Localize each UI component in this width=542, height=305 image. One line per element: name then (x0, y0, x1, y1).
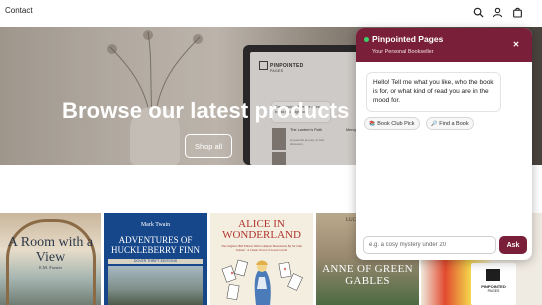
book-subtitle: The Original 1865 Edition With Complete … (221, 244, 302, 252)
product-card-huckleberry-finn[interactable]: Mark Twain ADVENTURES OF HUCKLEBERRY FIN… (104, 213, 207, 305)
search-icon[interactable] (472, 6, 484, 18)
playing-cards-illustration (221, 259, 303, 305)
book-title: A Room with a View (7, 235, 94, 265)
river-illustration (108, 266, 203, 305)
book-edition: DOVER THRIFT EDITIONS (108, 259, 203, 264)
book-title: ALICE IN WONDERLAND (222, 218, 301, 241)
book-author: Mark Twain (140, 222, 171, 228)
account-icon[interactable] (491, 6, 503, 18)
online-status-icon (364, 37, 369, 42)
close-icon[interactable]: ✕ (511, 40, 521, 50)
book-author: E.M. Forster (39, 265, 62, 270)
brand-logo-sub: PAGES (487, 289, 500, 293)
chip-label: Find a Book (439, 120, 469, 127)
book-title: ANNE OF GREEN GABLES (322, 263, 413, 287)
cart-icon[interactable] (511, 6, 523, 18)
product-card-room-with-a-view[interactable]: A Room with a View E.M. Forster (0, 213, 101, 305)
chat-header: Pinpointed Pages Your Personal Bookselle… (356, 28, 532, 62)
chat-widget: Pinpointed Pages Your Personal Bookselle… (356, 28, 532, 260)
nav-link-contact[interactable]: Contact (5, 6, 33, 15)
chip-find-a-book[interactable]: 🔎 Find a Book (426, 117, 474, 130)
chip-label: Book Club Pick (377, 120, 415, 127)
book-icon: 📚 (369, 120, 376, 127)
book-title: ADVENTURES OF HUCKLEBERRY FINN (111, 235, 200, 255)
brand-logo-text: PINPOINTED PAGES (471, 284, 516, 294)
bot-message: Hello! Tell me what you like, who the bo… (366, 72, 501, 112)
page: Contact PINPOINTED PAGES Great choice, H… (0, 0, 542, 305)
product-card-alice-in-wonderland[interactable]: ALICE IN WONDERLAND The Original 1865 Ed… (210, 213, 313, 305)
chat-subtitle: Your Personal Bookseller (372, 49, 434, 55)
chat-title: Pinpointed Pages (372, 34, 444, 44)
ask-button[interactable]: Ask (499, 236, 527, 254)
chip-book-club-pick[interactable]: 📚 Book Club Pick (364, 117, 420, 130)
hero-title: Browse our latest products (62, 98, 350, 123)
chat-input[interactable] (363, 236, 496, 254)
brand-logo-mark (486, 269, 500, 281)
magnifier-icon: 🔎 (431, 120, 438, 127)
brand-logo: PINPOINTED PAGES (471, 263, 516, 305)
site-header: Contact (0, 0, 542, 26)
shop-all-button[interactable]: Shop all (185, 134, 232, 158)
